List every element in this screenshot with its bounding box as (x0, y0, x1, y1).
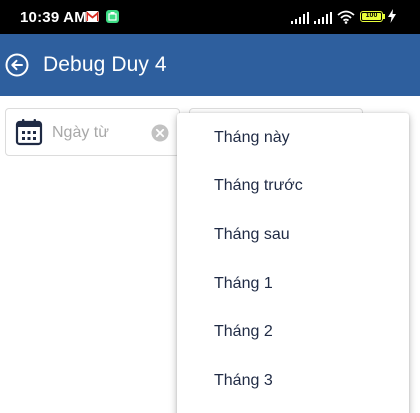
menu-item-label: Tháng 1 (214, 275, 273, 292)
battery-level: 100 (362, 12, 381, 20)
date-from-placeholder: Ngày từ (52, 124, 109, 141)
status-bar: 10:39 AM 100 (0, 0, 420, 34)
menu-item-month-2[interactable]: Tháng 2 (177, 308, 409, 356)
menu-item-next-month[interactable]: Tháng sau (177, 211, 409, 259)
menu-item-label: Tháng 2 (214, 323, 273, 340)
screen: 10:39 AM 100 Debug Duy 4 Ngày từ Tháng n… (0, 0, 420, 413)
android-app-icon (106, 10, 119, 23)
app-bar: Debug Duy 4 (0, 34, 420, 96)
menu-item-label: Tháng sau (214, 226, 290, 243)
signal-icon (314, 11, 334, 29)
menu-item-this-month[interactable]: Tháng này (177, 114, 409, 162)
status-time: 10:39 AM (20, 9, 87, 26)
menu-item-label: Tháng 3 (214, 372, 273, 389)
menu-item-previous-month[interactable]: Tháng trước (177, 162, 409, 210)
menu-item-label: Tháng này (214, 129, 290, 146)
battery-icon: 100 (360, 11, 383, 22)
calendar-icon (15, 118, 43, 151)
signal-icon (291, 11, 311, 29)
period-dropdown-menu: Tháng này Tháng trước Tháng sau Tháng 1 … (177, 113, 409, 413)
clear-icon[interactable] (151, 124, 169, 147)
date-from-input[interactable]: Ngày từ (5, 108, 180, 156)
menu-item-month-3[interactable]: Tháng 3 (177, 357, 409, 405)
menu-item-label: Tháng trước (214, 177, 303, 194)
charging-bolt-icon (388, 9, 396, 28)
battery-tip (383, 14, 385, 19)
gmail-icon (86, 11, 99, 22)
menu-item-month-1[interactable]: Tháng 1 (177, 260, 409, 308)
back-arrow-icon[interactable] (5, 53, 29, 77)
page-title: Debug Duy 4 (43, 53, 167, 76)
wifi-icon (337, 10, 355, 29)
